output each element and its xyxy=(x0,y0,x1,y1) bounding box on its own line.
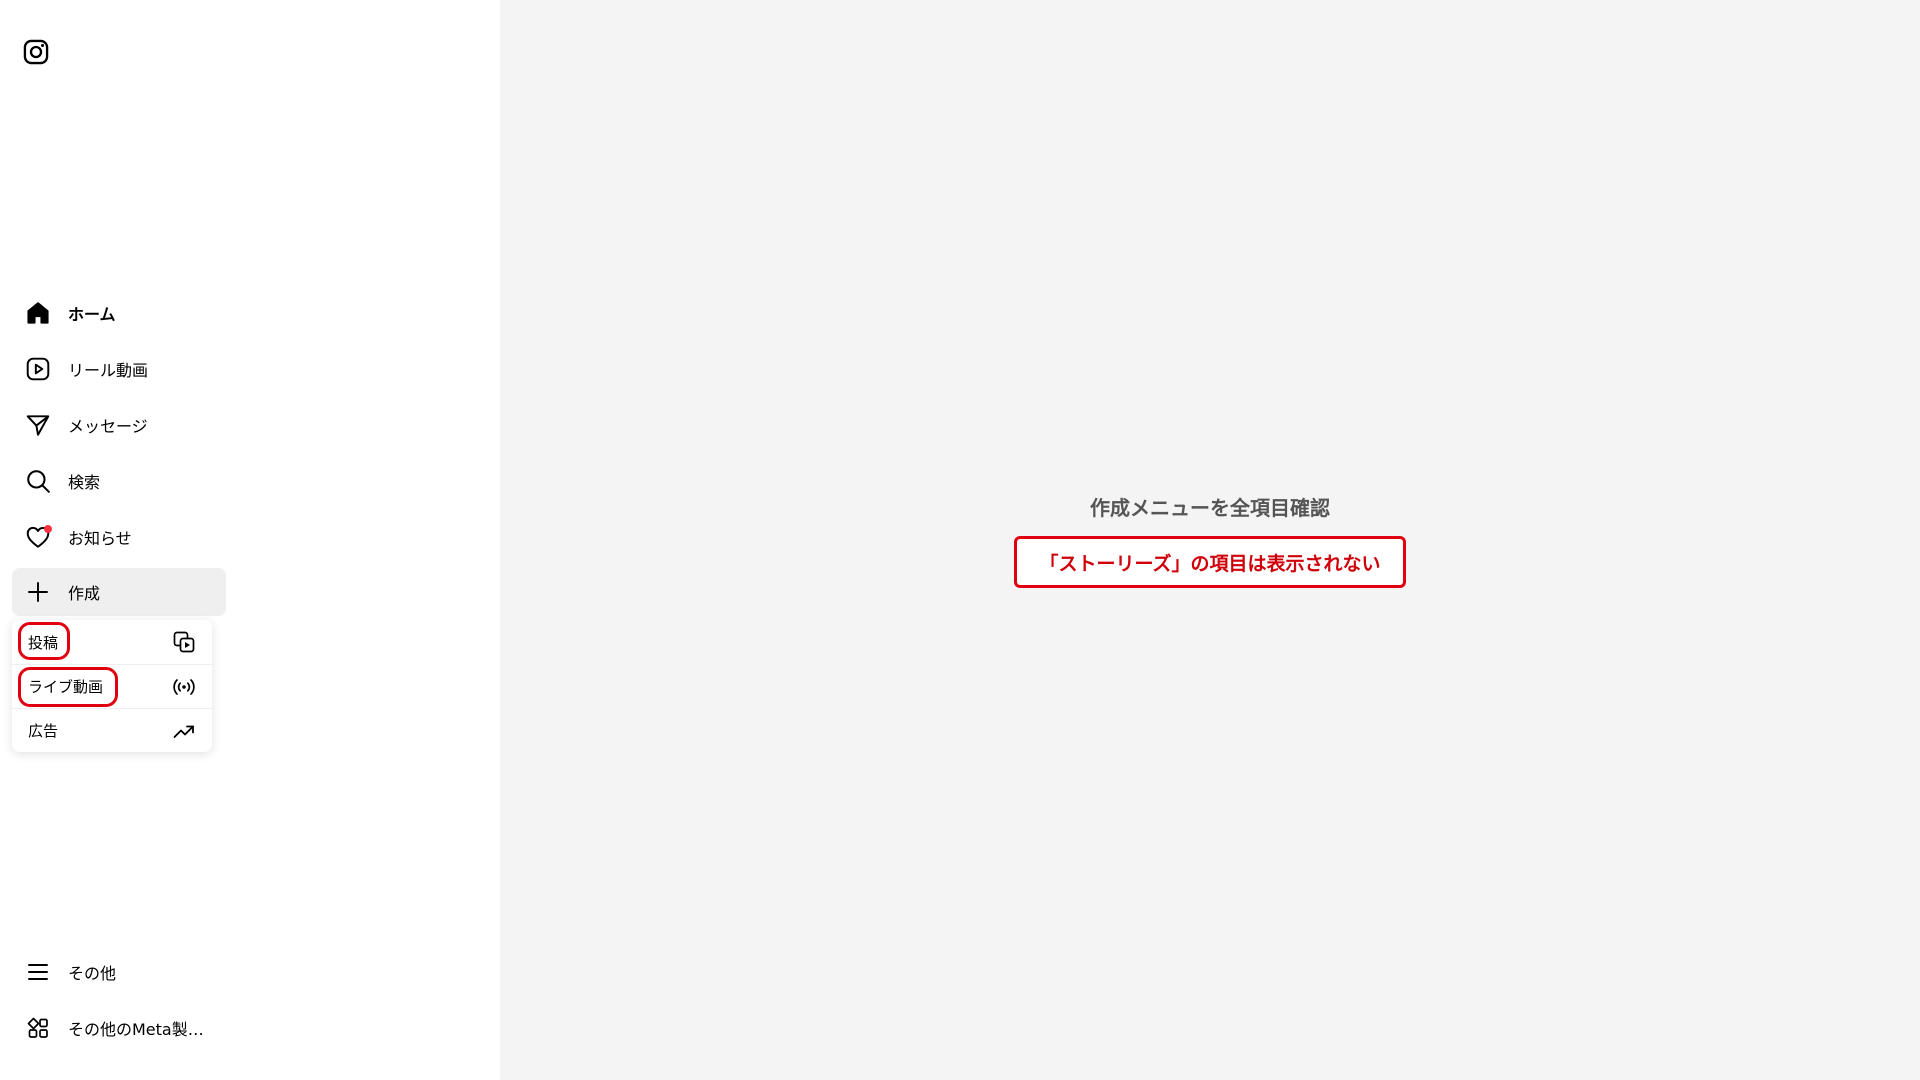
nav-meta-apps-label: その他のMeta製ア... xyxy=(68,1020,218,1039)
nav-more-label: その他 xyxy=(68,964,117,983)
create-menu-item-live[interactable]: ライブ動画 xyxy=(12,664,212,708)
create-dropdown-menu: 投稿 ライブ動画 広告 xyxy=(12,620,212,752)
notification-badge xyxy=(44,525,52,533)
nav-more[interactable]: その他 xyxy=(12,948,226,996)
nav-home[interactable]: ホーム xyxy=(12,289,226,337)
nav-reels-label: リール動画 xyxy=(68,361,149,380)
annotation-note: 「ストーリーズ」の項目は表示されない xyxy=(1014,536,1406,588)
home-icon xyxy=(24,299,52,327)
nav-reels[interactable]: リール動画 xyxy=(12,345,226,393)
nav-search-label: 検索 xyxy=(68,473,101,492)
nav-create[interactable]: 作成 xyxy=(12,568,226,616)
nav-home-label: ホーム xyxy=(68,305,116,324)
post-media-icon xyxy=(172,630,196,654)
plus-icon xyxy=(24,578,52,606)
trending-up-icon xyxy=(172,719,196,743)
heart-icon xyxy=(24,523,52,551)
apps-icon xyxy=(24,1014,52,1042)
nav-notifications[interactable]: お知らせ xyxy=(12,513,226,561)
create-menu-item-ads[interactable]: 広告 xyxy=(12,708,212,752)
instagram-logo-icon[interactable] xyxy=(22,38,50,66)
app-window: ホーム リール動画 メッセージ 検索 お知らせ 作成 投稿 ライブ動画 広告 そ… xyxy=(0,0,1920,1080)
nav-messages-label: メッセージ xyxy=(68,417,148,436)
reels-icon xyxy=(24,355,52,383)
create-menu-item-post[interactable]: 投稿 xyxy=(12,620,212,664)
nav-search[interactable]: 検索 xyxy=(12,457,226,505)
menu-icon xyxy=(24,958,52,986)
annotation-title: 作成メニューを全項目確認 xyxy=(1090,496,1330,520)
sidebar: ホーム リール動画 メッセージ 検索 お知らせ 作成 投稿 ライブ動画 広告 そ… xyxy=(0,0,500,1080)
nav-messages[interactable]: メッセージ xyxy=(12,401,226,449)
nav-create-label: 作成 xyxy=(68,584,101,603)
live-icon xyxy=(172,675,196,699)
create-menu-live-label: ライブ動画 xyxy=(28,678,104,696)
nav-meta-apps[interactable]: その他のMeta製ア... xyxy=(12,1004,226,1052)
send-icon xyxy=(24,411,52,439)
create-menu-ads-label: 広告 xyxy=(28,722,59,740)
create-menu-post-label: 投稿 xyxy=(28,633,59,652)
nav-notifications-label: お知らせ xyxy=(68,529,132,548)
search-icon xyxy=(24,467,52,495)
